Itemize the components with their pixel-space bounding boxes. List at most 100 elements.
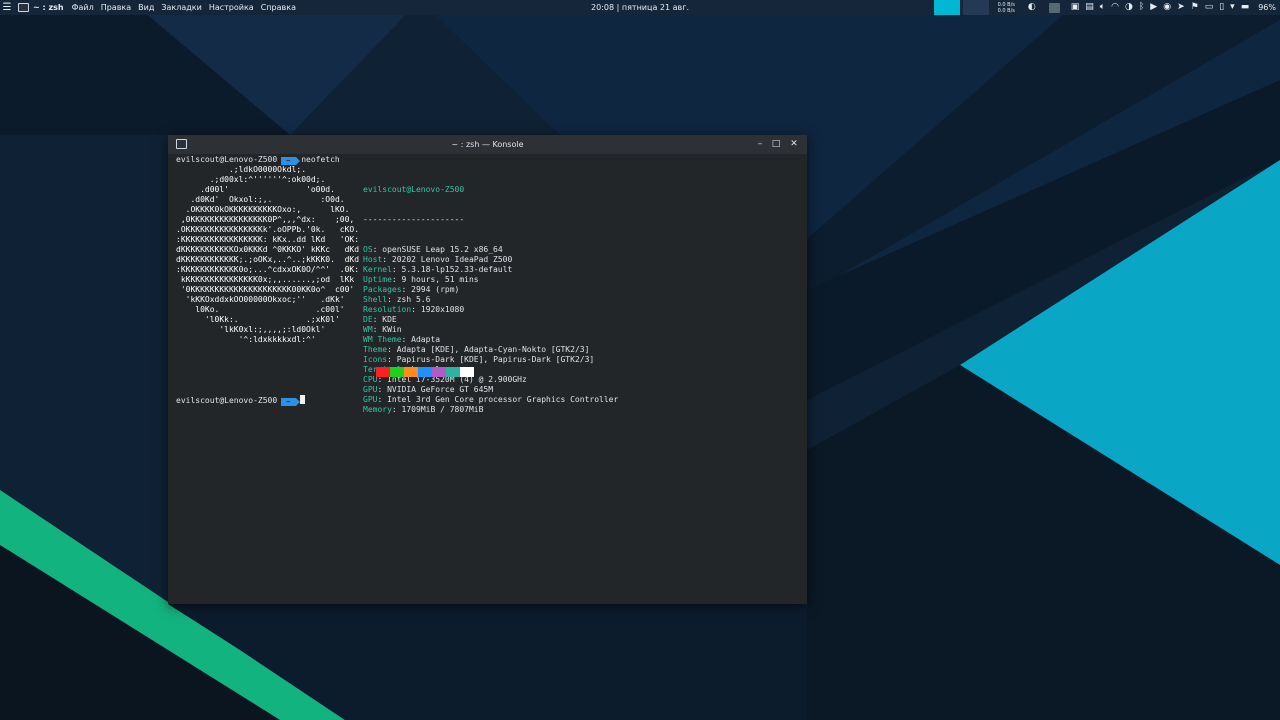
kde-connect-icon[interactable]: ◐ [1028,0,1036,15]
panel-right: 0.0 B/s 0.0 B/s ◐ ▣ ▤ 🔈︎ ◠ ◑ ᛒ ▶ ◉ ➤ ⚑ ▭… [933,0,1280,15]
info-row: Kernel: 5.3.18-lp152.33-default [363,265,618,275]
info-row: DE: KDE [363,315,618,325]
info-value: KDE [382,315,397,324]
network-icon[interactable]: ◉ [1163,0,1171,15]
info-value: Adapta [411,335,441,344]
maximize-button[interactable]: □ [768,135,784,154]
info-colon: : [382,255,392,264]
prompt-line-2: evilscout@Lenovo-Z500 ~ [176,395,306,406]
window-titlebar[interactable]: ~ : zsh — Konsole – □ ✕ [168,135,807,154]
info-colon: : [391,405,402,414]
phone-icon[interactable]: ▯ [1219,0,1224,15]
info-key: Shell [363,295,388,304]
color-swatch [390,367,404,377]
info-value: KWin [382,325,402,334]
info-row: Host: 20202 Lenovo IdeaPad Z500 [363,255,618,265]
color-swatch [460,367,474,377]
media-play-icon[interactable]: ▶ [1150,0,1157,15]
menu-edit[interactable]: Правка [101,0,131,15]
info-colon: : [377,385,388,394]
terminal-area[interactable]: evilscout@Lenovo-Z500 ~ neofetch .;ldkO00… [176,155,799,604]
ascii-line: .OKKKKKKKKKKKKKKKKk'.oOPPb.'0k. cKO. [176,225,360,234]
telegram-icon[interactable]: ➤ [1177,0,1185,15]
info-row: WM: KWin [363,325,618,335]
neofetch-header: evilscout@Lenovo-Z500 [363,185,465,194]
ascii-line: .;d00xl:^''''''^:ok00d;. [176,175,326,184]
battery-icon[interactable]: ▬ [1241,0,1250,15]
ascii-line: 'lkK0xl:;,,,,;:ld0Okl' [176,325,326,334]
display-icon[interactable]: ▭ [1205,0,1214,15]
info-key: DE [363,315,373,324]
network-speed: 0.0 B/s 0.0 B/s [998,2,1015,14]
info-colon: : [411,305,421,314]
info-key: Packages [363,285,402,294]
info-value: Adapta [KDE], Adapta-Cyan-Nokto [GTK2/3] [396,345,590,354]
info-key: Host [363,255,383,264]
clock-date[interactable]: пятница 21 авг. [622,3,689,12]
info-value: NVIDIA GeForce GT 645M [387,385,494,394]
info-key: GPU [363,385,378,394]
konsole-window[interactable]: ~ : zsh — Konsole – □ ✕ evilscout@Lenovo… [168,135,807,604]
net-download: 0.0 B/s [997,7,1015,14]
ascii-line: '^:ldxkkkkxdl:^' [176,335,316,344]
ascii-line: 'l0Kk:. .;xK0l' [176,315,340,324]
info-colon: : [387,295,397,304]
info-key: OS [363,245,373,254]
prompt-cwd-tag-2: ~ [281,398,301,406]
clipboard-icon[interactable]: ▤ [1085,0,1094,15]
info-value: 2994 (rpm) [411,285,460,294]
info-colon: : [401,335,412,344]
menu-view[interactable]: Вид [138,0,154,15]
battery-percent: 96% [1258,3,1276,12]
ascii-line: dKKKKKKKKKKKK;.;oOKx,..^..;kKKK0. dKd [176,255,360,264]
ascii-line: :KKKKKKKKKKKKKKKKK: kKx..dd lKd 'OK: [176,235,360,244]
bluetooth-icon[interactable]: ᛒ [1139,0,1144,15]
info-key: Icons [363,355,388,364]
menu-bookmarks[interactable]: Закладки [161,0,201,15]
info-colon: : [401,285,412,294]
menu-settings[interactable]: Настройка [209,0,254,15]
text-cursor[interactable] [300,395,306,404]
info-row: GPU: NVIDIA GeForce GT 645M [363,385,618,395]
command-text: neofetch [301,155,340,164]
prompt-line-1: evilscout@Lenovo-Z500 ~ neofetch [176,155,340,165]
info-row: Packages: 2994 (rpm) [363,285,618,295]
info-row: WM Theme: Adapta [363,335,618,345]
prompt-user-host: evilscout@Lenovo-Z500 [176,155,278,164]
info-row: Icons: Papirus-Dark [KDE], Papirus-Dark … [363,355,618,365]
info-row: GPU: Intel 3rd Gen Core processor Graphi… [363,395,618,405]
clock-time[interactable]: 20:08 [591,3,614,12]
info-value: 9 hours, 51 mins [401,275,479,284]
desktop-pager-2[interactable] [962,0,989,15]
tray-expand-icon[interactable]: ▾ [1230,0,1235,15]
color-blocks [376,367,474,377]
panel-left: ☰ ~ : zsh Файл Правка Вид Закладки Настр… [2,0,303,15]
info-key: Theme [363,345,388,354]
minimize-button[interactable]: – [752,135,768,154]
konsole-app-icon[interactable] [18,3,29,12]
info-value: Papirus-Dark [KDE], Papirus-Dark [GTK2/3… [396,355,595,364]
volume-icon[interactable]: 🔈︎ [1100,0,1105,15]
update-icon[interactable]: ◑ [1125,0,1133,15]
desktop-pager-1[interactable] [933,0,960,15]
active-app-title: ~ : zsh [33,3,64,12]
ascii-line: .OKKKK0kOKKKKKKKKKKOxo:, lKO. [176,205,350,214]
keyboard-layout-icon[interactable]: ⚑ [1191,0,1199,15]
image-icon[interactable]: ▣ [1071,0,1080,15]
color-swatch [404,367,418,377]
menu-file[interactable]: Файл [72,0,94,15]
close-button[interactable]: ✕ [786,135,802,154]
info-row: Uptime: 9 hours, 51 mins [363,275,618,285]
info-colon: : [372,325,383,334]
application-menu-icon[interactable]: ☰ [2,0,12,15]
neofetch-info: evilscout@Lenovo-Z500 ------------------… [363,165,618,415]
info-key: Memory [363,405,392,414]
color-swatch [376,367,390,377]
color-swatch [446,367,460,377]
info-row: Memory: 1709MiB / 7807MiB [363,405,618,415]
terminal-icon[interactable] [1048,2,1060,13]
wifi-icon[interactable]: ◠ [1111,0,1119,15]
ascii-line: 'kKKOxddxkOO00000Okxoc;'' .dKk' [176,295,345,304]
menu-help[interactable]: Справка [261,0,296,15]
info-value: Intel 3rd Gen Core processor Graphics Co… [387,395,619,404]
